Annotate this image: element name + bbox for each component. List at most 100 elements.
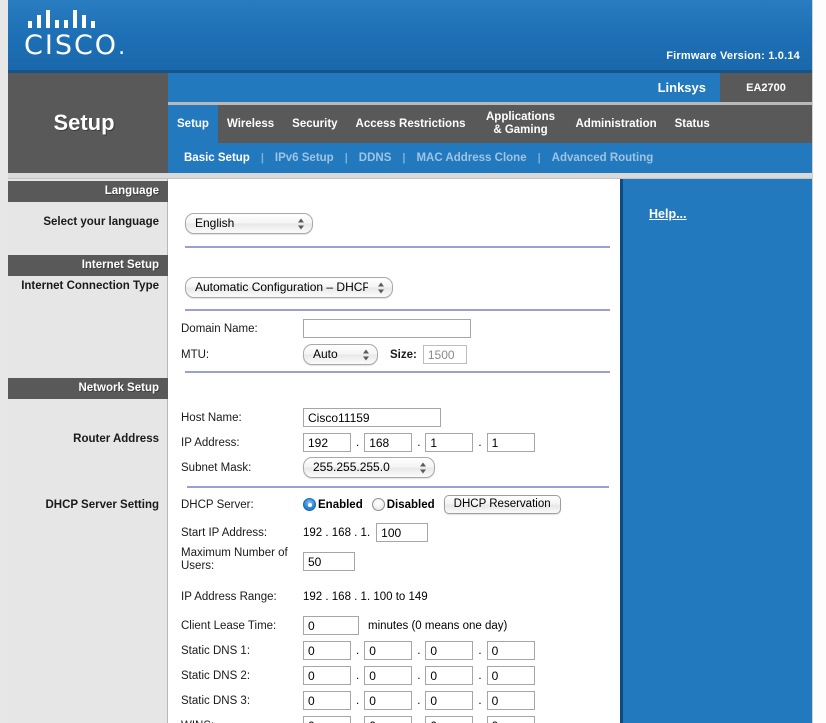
- subtab-separator-4: |: [537, 152, 541, 164]
- dhcp-disabled-radio[interactable]: [371, 498, 385, 511]
- mtu-select[interactable]: Auto: [303, 344, 378, 365]
- dns1-dot-2: .: [417, 644, 421, 657]
- static-dns-2-octet-1-input[interactable]: [303, 666, 351, 685]
- static-dns-3-octet-4-input[interactable]: [486, 691, 535, 710]
- ip-range-row: IP Address Range: 192 . 168 . 1. 100 to …: [181, 591, 428, 603]
- dns3-dot-2: .: [417, 694, 421, 707]
- subtab-ipv6-setup[interactable]: IPv6 Setup: [275, 152, 334, 164]
- host-name-label: Host Name:: [181, 411, 242, 424]
- wins-row: WINS: . . .: [181, 716, 535, 723]
- subtab-advanced-routing[interactable]: Advanced Routing: [552, 152, 654, 164]
- mtu-size-label: Size:: [390, 348, 417, 361]
- wins-octet-4-input[interactable]: [486, 716, 535, 723]
- tab-administration[interactable]: Administration: [566, 105, 666, 143]
- static-dns-3-row: Static DNS 3: . . .: [181, 691, 535, 710]
- client-lease-input[interactable]: [303, 616, 359, 635]
- dns1-dot-1: .: [356, 644, 360, 657]
- wins-dot-2: .: [412, 720, 425, 723]
- static-dns-1-octet-1-input[interactable]: [303, 641, 351, 660]
- dns3-dot-1: .: [356, 694, 360, 707]
- mtu-row: MTU: Auto Size:: [181, 344, 467, 365]
- divider-language: [185, 246, 610, 248]
- router-admin-page: CISCO. Firmware Version: 1.0.14 Setup Li…: [0, 0, 826, 723]
- ip-address-label: IP Address:: [181, 436, 240, 449]
- wins-octet-2-input[interactable]: [364, 716, 413, 723]
- subtab-basic-setup[interactable]: Basic Setup: [184, 152, 250, 164]
- dhcp-server-row: DHCP Server: Enabled Disabled DHCP Reser…: [181, 495, 561, 514]
- tab-wireless[interactable]: Wireless: [217, 105, 284, 143]
- dns2-dot-3: .: [478, 669, 482, 682]
- top-banner: CISCO. Firmware Version: 1.0.14: [0, 0, 812, 70]
- host-name-row: Host Name:: [181, 408, 441, 427]
- subtab-ddns[interactable]: DDNS: [359, 152, 392, 164]
- ip-octet-3-input[interactable]: [425, 433, 474, 452]
- client-lease-suffix: minutes (0 means one day): [368, 619, 508, 632]
- page-title: Setup: [53, 110, 115, 135]
- static-dns-1-row: Static DNS 1: . . .: [181, 641, 535, 660]
- static-dns-2-octet-4-input[interactable]: [486, 666, 535, 685]
- ip-octet-4-input[interactable]: [486, 433, 535, 452]
- static-dns-1-octet-2-input[interactable]: [364, 641, 413, 660]
- divider-network: [187, 486, 609, 488]
- brand-row: Linksys EA2700: [168, 73, 812, 102]
- connection-type-select[interactable]: Automatic Configuration – DHCP: [185, 277, 393, 298]
- language-row: English: [185, 213, 313, 234]
- wins-octet-1-input[interactable]: [303, 716, 351, 723]
- static-dns-1-octet-3-input[interactable]: [425, 641, 474, 660]
- cisco-wordmark: CISCO.: [24, 30, 142, 61]
- client-lease-label: Client Lease Time:: [181, 619, 277, 632]
- sidebar-label-select-language: Select your language: [43, 216, 159, 228]
- static-dns-3-label: Static DNS 3:: [181, 694, 251, 707]
- mtu-size-input[interactable]: [422, 345, 467, 364]
- ip-dot-3: .: [478, 436, 482, 449]
- help-link[interactable]: Help...: [649, 207, 687, 221]
- tab-security[interactable]: Security: [283, 105, 347, 143]
- static-dns-3-octet-1-input[interactable]: [303, 691, 351, 710]
- static-dns-3-octet-2-input[interactable]: [364, 691, 413, 710]
- ip-range-value: 192 . 168 . 1. 100 to 149: [303, 591, 428, 603]
- dhcp-enabled-radio[interactable]: [303, 498, 316, 511]
- ip-octet-2-input[interactable]: [364, 433, 413, 452]
- host-name-input[interactable]: [303, 408, 441, 427]
- cisco-logo: CISCO.: [22, 8, 142, 61]
- client-lease-row: Client Lease Time: minutes (0 means one …: [181, 616, 507, 635]
- domain-name-row: Domain Name:: [181, 319, 471, 338]
- tab-setup[interactable]: Setup: [168, 105, 218, 143]
- main-tabs: Setup Wireless Security Access Restricti…: [168, 105, 812, 143]
- dns2-dot-1: .: [356, 669, 360, 682]
- window-right-edge: [812, 0, 826, 723]
- ip-octet-1-input[interactable]: [303, 433, 351, 452]
- tab-applications-gaming[interactable]: Applications & Gaming: [474, 105, 567, 143]
- dhcp-reservation-button[interactable]: DHCP Reservation: [443, 495, 561, 514]
- subtab-mac-address-clone[interactable]: MAC Address Clone: [416, 152, 526, 164]
- sidebar-label-dhcp-server: DHCP Server Setting: [45, 499, 159, 511]
- wins-label: WINS:: [181, 720, 303, 723]
- subnet-mask-select[interactable]: 255.255.255.0: [303, 457, 435, 478]
- domain-name-input[interactable]: [303, 319, 471, 338]
- tab-access-restrictions[interactable]: Access Restrictions: [346, 105, 475, 143]
- static-dns-3-octet-3-input[interactable]: [425, 691, 474, 710]
- wins-dot-1: .: [351, 720, 364, 723]
- tab-status[interactable]: Status: [665, 105, 719, 143]
- help-pane: Help...: [620, 179, 812, 723]
- sidebar-header-network-setup: Network Setup: [8, 378, 168, 399]
- static-dns-2-row: Static DNS 2: . . .: [181, 666, 535, 685]
- subtab-separator-3: |: [402, 152, 406, 164]
- dns1-dot-3: .: [478, 644, 482, 657]
- static-dns-2-octet-2-input[interactable]: [364, 666, 413, 685]
- router-model: EA2700: [720, 73, 812, 102]
- wins-octet-3-input[interactable]: [425, 716, 474, 723]
- dns3-dot-3: .: [478, 694, 482, 707]
- subnet-mask-label: Subnet Mask:: [181, 461, 252, 474]
- static-dns-1-octet-4-input[interactable]: [486, 641, 535, 660]
- sidebar-header-internet-setup: Internet Setup: [8, 255, 168, 276]
- max-users-input[interactable]: [303, 552, 355, 571]
- language-select[interactable]: English: [185, 213, 313, 234]
- subnet-mask-select-wrap: 255.255.255.0: [303, 457, 435, 478]
- start-ip-row: Start IP Address: 192 . 168 . 1.: [181, 523, 429, 542]
- static-dns-2-octet-3-input[interactable]: [425, 666, 474, 685]
- dns2-dot-2: .: [417, 669, 421, 682]
- start-ip-input[interactable]: [376, 523, 429, 542]
- sidebar-label-connection-type: Internet Connection Type: [21, 280, 159, 292]
- body-area: Language Select your language Internet S…: [0, 179, 812, 723]
